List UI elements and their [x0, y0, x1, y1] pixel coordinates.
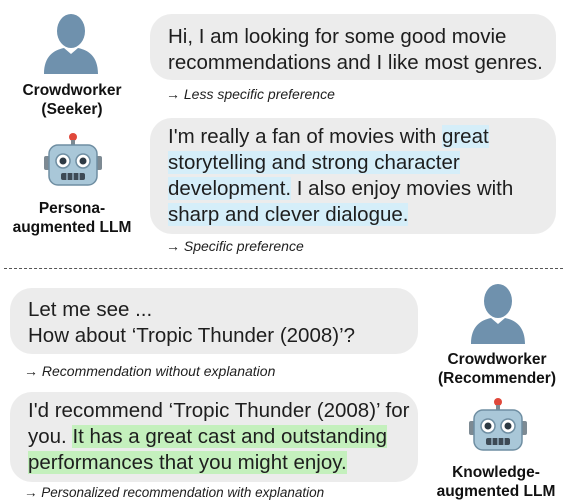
- seeker-label-line1: Crowdworker: [22, 82, 122, 99]
- knowledge-line2-plain: you.: [28, 425, 73, 448]
- seeker-message-line1: Hi, I am looking for some good movie: [168, 25, 507, 48]
- recommender-message-line2: How about ‘Tropic Thunder (2008)’?: [28, 324, 356, 347]
- persona-line3-highlight: development.: [168, 177, 292, 200]
- recommender-person-icon: [471, 284, 525, 344]
- seeker-person-icon: [44, 14, 98, 74]
- specific-preference-note: → Specific preference: [166, 238, 304, 254]
- seeker-label-line2: (Seeker): [41, 101, 103, 118]
- persona-llm-label-line2: augmented LLM: [12, 219, 132, 236]
- persona-line2-highlight: storytelling and strong character: [168, 151, 460, 174]
- recommender-label-line2: (Recommender): [438, 370, 556, 387]
- recommender-message-bubble: Let me see ... How about ‘Tropic Thunder…: [10, 288, 418, 354]
- knowledge-llm-label-line1: Knowledge-: [452, 464, 540, 481]
- knowledge-message-line1: I'd recommend ‘Tropic Thunder (2008)’ fo…: [28, 399, 410, 422]
- persona-message-line1: I'm really a fan of movies with great: [168, 124, 556, 150]
- persona-message-line3: development. I also enjoy movies with: [168, 176, 556, 202]
- knowledge-line3-highlight: performances that you might enjoy.: [28, 451, 347, 474]
- recommender-message-line1: Let me see ...: [28, 298, 153, 321]
- persona-llm-label-line1: Persona-: [38, 200, 106, 217]
- persona-line1-plain: I'm really a fan of movies with: [168, 125, 442, 148]
- knowledge-message-line2: you. It has a great cast and outstanding: [28, 424, 418, 450]
- section-divider: [4, 268, 563, 269]
- persona-line4-highlight: sharp and clever dialogue.: [168, 203, 409, 226]
- knowledge-llm-label-line2: augmented LLM: [436, 483, 556, 500]
- knowledge-message-line3: performances that you might enjoy.: [28, 450, 418, 476]
- knowledge-line2-highlight: It has a great cast and outstanding: [72, 425, 387, 448]
- recommender-label: Crowdworker (Recommender): [428, 350, 566, 388]
- knowledge-llm-label: Knowledge- augmented LLM: [426, 463, 566, 501]
- persona-message-line2: storytelling and strong character: [168, 150, 556, 176]
- knowledge-message-bubble: I'd recommend ‘Tropic Thunder (2008)’ fo…: [10, 392, 418, 482]
- seeker-message-bubble: Hi, I am looking for some good movie rec…: [150, 14, 556, 80]
- seeker-label: Crowdworker (Seeker): [8, 81, 136, 119]
- persona-llm-label: Persona- augmented LLM: [2, 199, 142, 237]
- less-specific-note: → Less specific preference: [166, 86, 335, 102]
- persona-line1-highlight: great: [441, 125, 489, 148]
- seeker-message-line2: recommendations and I like most genres.: [168, 51, 543, 74]
- persona-robot-icon: [44, 133, 102, 186]
- knowledge-robot-icon: [469, 398, 527, 451]
- persona-line3-plain: I also enjoy movies with: [291, 177, 514, 200]
- persona-message-line4: sharp and clever dialogue.: [168, 202, 556, 228]
- recommender-label-line1: Crowdworker: [447, 351, 547, 368]
- persona-message-bubble: I'm really a fan of movies with great st…: [150, 118, 556, 234]
- personalized-explanation-note: → Personalized recommendation with expla…: [24, 485, 325, 500]
- no-explanation-note: → Recommendation without explanation: [24, 363, 276, 379]
